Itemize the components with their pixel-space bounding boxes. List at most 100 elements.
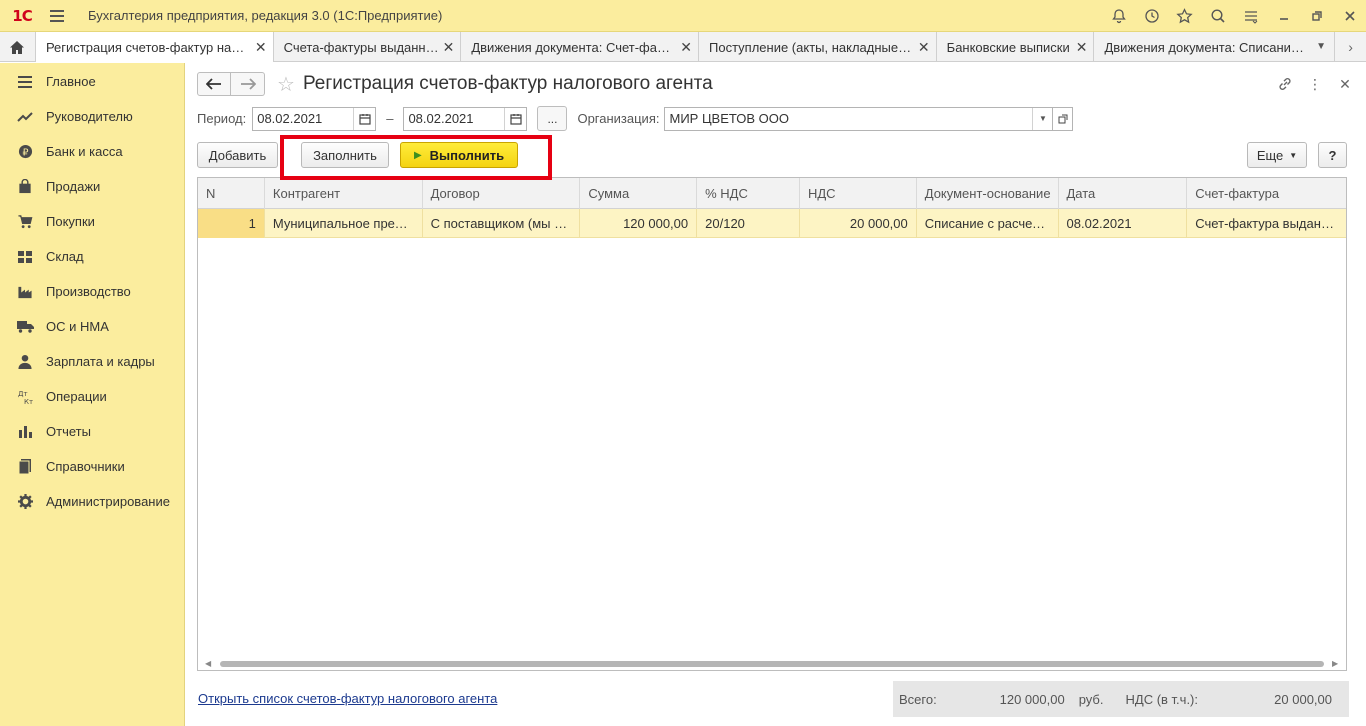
sidebar-item-production[interactable]: Производство (0, 274, 184, 309)
tab-bank-statements[interactable]: Банковские выписки ✕ (937, 32, 1095, 62)
date-from-value: 08.02.2021 (257, 111, 323, 126)
calendar-icon[interactable] (353, 107, 375, 130)
cell-n[interactable]: 1 (198, 209, 265, 238)
sidebar-item-main[interactable]: Главное (0, 64, 184, 99)
cell-contract[interactable]: С поставщиком (мы покупатель) (423, 209, 581, 238)
sidebar-item-administration[interactable]: Администрирование (0, 484, 184, 519)
forward-button[interactable] (231, 72, 265, 96)
home-icon (10, 40, 25, 54)
sidebar-item-label: Справочники (46, 459, 125, 474)
sidebar-item-fixed-assets[interactable]: ОС и НМА (0, 309, 184, 344)
app-title: Бухгалтерия предприятия, редакция 3.0 (1… (88, 8, 443, 23)
period-label: Период: (197, 111, 247, 126)
period-select-button[interactable]: ... (537, 106, 568, 131)
add-button[interactable]: Добавить (197, 142, 278, 168)
cell-vat[interactable]: 20 000,00 (800, 209, 917, 238)
sidebar-item-operations[interactable]: Дт Кт Операции (0, 379, 184, 414)
close-icon[interactable]: ✕ (680, 39, 692, 56)
sidebar-item-purchases[interactable]: Покупки (0, 204, 184, 239)
svg-text:₽: ₽ (22, 147, 28, 158)
sidebar-item-label: Покупки (46, 214, 95, 229)
settings-menu-icon[interactable] (1234, 0, 1267, 32)
sidebar-item-director[interactable]: Руководителю (0, 99, 184, 134)
favorite-star-icon[interactable]: ☆ (277, 72, 295, 97)
more-button[interactable]: Еще ▼ (1247, 142, 1307, 168)
sidebar-item-reports[interactable]: Отчеты (0, 414, 184, 449)
back-button[interactable] (197, 72, 231, 96)
calendar-icon[interactable] (504, 107, 526, 130)
books-icon (16, 458, 34, 475)
sidebar-item-warehouse[interactable]: Склад (0, 239, 184, 274)
tab-document-movements[interactable]: Движения документа: Счет-фактура выданны… (461, 32, 699, 62)
minimize-icon[interactable] (1267, 0, 1300, 32)
tab-list-dropdown-icon[interactable]: ▼ (1308, 32, 1334, 61)
sidebar-item-directories[interactable]: Справочники (0, 449, 184, 484)
main-menu-icon[interactable] (44, 0, 70, 32)
column-header-date[interactable]: Дата (1059, 178, 1188, 209)
column-header-n[interactable]: N (198, 178, 265, 209)
tab-scroll-right-icon[interactable]: › (1334, 32, 1366, 61)
cell-invoice[interactable]: Счет-фактура выданный (1187, 209, 1346, 238)
tab-receipts[interactable]: Поступление (акты, накладные, УПД) ✕ (699, 32, 937, 62)
factory-icon (16, 284, 34, 300)
date-from-field[interactable]: 08.02.2021 (252, 106, 377, 131)
column-header-base-document[interactable]: Документ-основание (917, 178, 1059, 209)
cell-date[interactable]: 08.02.2021 (1059, 209, 1188, 238)
cell-counterparty[interactable]: Муниципальное предприятие (265, 209, 423, 238)
scroll-right-icon[interactable]: ▶ (1332, 659, 1338, 668)
sidebar-item-bank[interactable]: ₽ Банк и касса (0, 134, 184, 169)
link-icon[interactable] (1270, 73, 1300, 95)
column-header-contract[interactable]: Договор (423, 178, 581, 209)
chevron-down-icon[interactable]: ▼ (1032, 107, 1052, 130)
tab-label: Счета-фактуры выданные (283, 39, 440, 55)
cell-amount[interactable]: 120 000,00 (580, 209, 698, 238)
truck-icon (16, 319, 34, 335)
history-icon[interactable] (1135, 0, 1168, 32)
home-tab[interactable] (0, 32, 36, 62)
notification-bell-icon[interactable] (1102, 0, 1135, 32)
horizontal-scrollbar[interactable]: ◀ ▶ (198, 658, 1346, 670)
close-window-icon[interactable] (1333, 0, 1366, 32)
cell-vat-rate[interactable]: 20/120 (697, 209, 800, 238)
close-icon[interactable]: ✕ (1076, 39, 1088, 56)
close-icon[interactable]: ✕ (918, 39, 930, 56)
tab-tax-agent-invoices[interactable]: Регистрация счетов-фактур налоговых аген… (35, 32, 274, 62)
invoice-table: N Контрагент Договор Сумма % НДС НДС Док… (197, 177, 1347, 671)
sidebar-item-sales[interactable]: Продажи (0, 169, 184, 204)
scroll-left-icon[interactable]: ◀ (205, 659, 211, 668)
sidebar-item-payroll[interactable]: Зарплата и кадры (0, 344, 184, 379)
arrow-right-icon (240, 78, 256, 90)
column-header-counterparty[interactable]: Контрагент (265, 178, 423, 209)
tab-invoices-issued[interactable]: Счета-фактуры выданные ✕ (274, 32, 462, 62)
tab-label: Движения документа: Счет-фактура выданны… (471, 39, 676, 55)
close-icon[interactable]: ✕ (255, 39, 267, 56)
scrollbar-thumb[interactable] (220, 661, 1324, 667)
coin-icon: ₽ (16, 144, 34, 160)
column-header-amount[interactable]: Сумма (580, 178, 698, 209)
restore-window-icon[interactable] (1300, 0, 1333, 32)
close-form-icon[interactable]: ✕ (1330, 73, 1360, 95)
date-to-field[interactable]: 08.02.2021 (403, 106, 528, 131)
sidebar-item-label: Производство (46, 284, 131, 299)
chevron-down-icon: ▼ (1289, 150, 1298, 160)
sidebar-item-label: Администрирование (46, 494, 170, 509)
open-organization-icon[interactable] (1053, 106, 1074, 131)
tab-debit-movements[interactable]: Движения документа: Списание с расчетног… (1094, 32, 1308, 62)
organization-field[interactable]: МИР ЦВЕТОВ ООО ▼ (664, 106, 1054, 131)
search-icon[interactable] (1201, 0, 1234, 32)
column-header-invoice[interactable]: Счет-фактура (1187, 178, 1346, 209)
close-icon[interactable]: ✕ (443, 39, 455, 56)
help-button[interactable]: ? (1318, 142, 1347, 168)
favorites-star-icon[interactable] (1168, 0, 1201, 32)
more-label: Еще (1256, 147, 1284, 163)
cell-base-document[interactable]: Списание с расчетного счета (917, 209, 1059, 238)
more-vertical-icon[interactable]: ⋮ (1300, 73, 1330, 95)
column-header-vat[interactable]: НДС (800, 178, 917, 209)
total-label: Всего: (899, 691, 937, 707)
column-header-vat-rate[interactable]: % НДС (697, 178, 800, 209)
tab-label: Поступление (акты, накладные, УПД) (709, 39, 913, 55)
open-tax-agent-invoices-link[interactable]: Открыть список счетов-фактур налогового … (198, 691, 497, 706)
table-row[interactable]: 1 Муниципальное предприятие С поставщико… (198, 209, 1346, 238)
highlight-frame (280, 135, 552, 180)
tab-label: Банковские выписки (946, 39, 1070, 55)
